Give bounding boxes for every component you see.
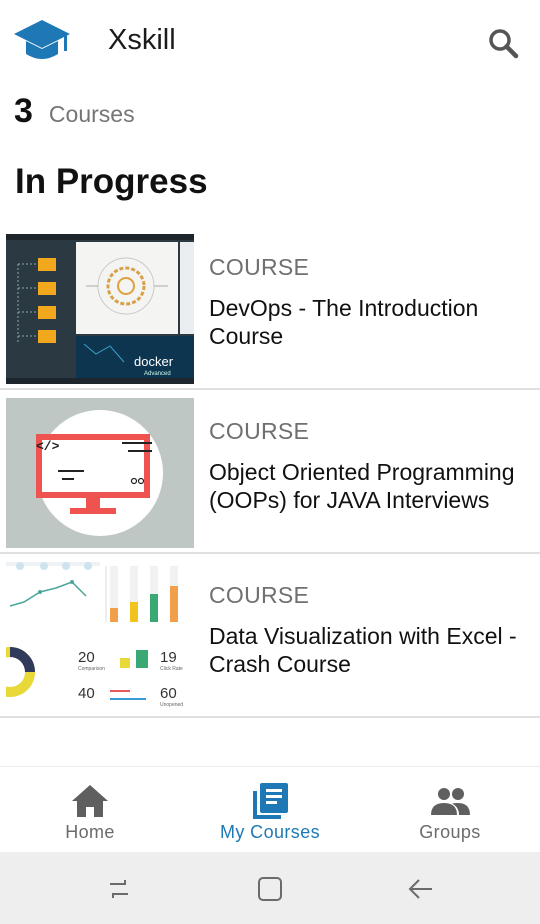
app-bar: Xskill	[0, 0, 540, 84]
course-item-data-visualization[interactable]: 20 Comparison 19 Click Rate 40 60 Unopen…	[0, 554, 540, 718]
thumb-stat-value: 40	[78, 685, 95, 702]
thumb-text-docker: docker	[134, 354, 174, 369]
search-icon	[489, 29, 519, 59]
course-list: docker Advanced COURSE DevOps - The Intr…	[0, 226, 540, 718]
courses-count-number: 3	[14, 92, 33, 130]
nav-tab-home[interactable]: Home	[0, 767, 180, 853]
course-type-label: COURSE	[209, 582, 310, 608]
course-title: DevOps - The Introduction Course	[209, 295, 479, 349]
thumb-stat-caption: Click Rate	[160, 666, 183, 672]
course-title: Object Oriented Programming (OOPs) for J…	[209, 459, 515, 513]
thumb-stat-value: 20	[78, 649, 95, 666]
search-button[interactable]	[484, 24, 524, 64]
system-navigation-bar	[0, 852, 540, 924]
groups-icon	[431, 788, 470, 815]
courses-count: 3 Courses	[14, 92, 135, 131]
home-icon	[72, 785, 108, 817]
course-type-label: COURSE	[209, 254, 310, 280]
bottom-navigation: Home My Courses Groups	[0, 766, 540, 852]
thumb-text-code: </>	[36, 439, 60, 454]
back-arrow-icon[interactable]	[406, 874, 436, 904]
course-thumbnail-oops-java: </>	[6, 398, 194, 548]
course-thumbnail-devops: docker Advanced	[6, 234, 194, 384]
course-thumbnail-data-visualization: 20 Comparison 19 Click Rate 40 60 Unopen…	[6, 562, 194, 712]
course-item-devops[interactable]: docker Advanced COURSE DevOps - The Intr…	[0, 226, 540, 390]
course-type-label: COURSE	[209, 418, 310, 444]
thumb-stat-value: 19	[160, 649, 177, 666]
thumb-stat-caption: Comparison	[78, 666, 105, 672]
thumb-stat-caption: Unopened	[160, 702, 183, 708]
graduation-cap-icon	[12, 18, 72, 66]
book-icon	[253, 783, 288, 819]
courses-count-label: Courses	[48, 101, 135, 127]
thumb-subtext-advanced: Advanced	[144, 371, 171, 377]
nav-tab-my-courses[interactable]: My Courses	[180, 767, 360, 853]
app-title: Xskill	[108, 24, 176, 56]
nav-label-home: Home	[65, 822, 115, 842]
course-title: Data Visualization with Excel - Crash Co…	[209, 623, 517, 677]
system-home-icon[interactable]	[255, 874, 285, 904]
thumb-stat-value: 60	[160, 685, 177, 702]
course-item-oops-java[interactable]: </> COURSE Object Oriented Programming (…	[0, 390, 540, 554]
nav-label-groups: Groups	[419, 822, 481, 842]
section-title: In Progress	[15, 162, 208, 201]
nav-label-my-courses: My Courses	[219, 822, 321, 842]
nav-tab-groups[interactable]: Groups	[360, 767, 540, 853]
recent-apps-icon[interactable]	[104, 874, 134, 904]
